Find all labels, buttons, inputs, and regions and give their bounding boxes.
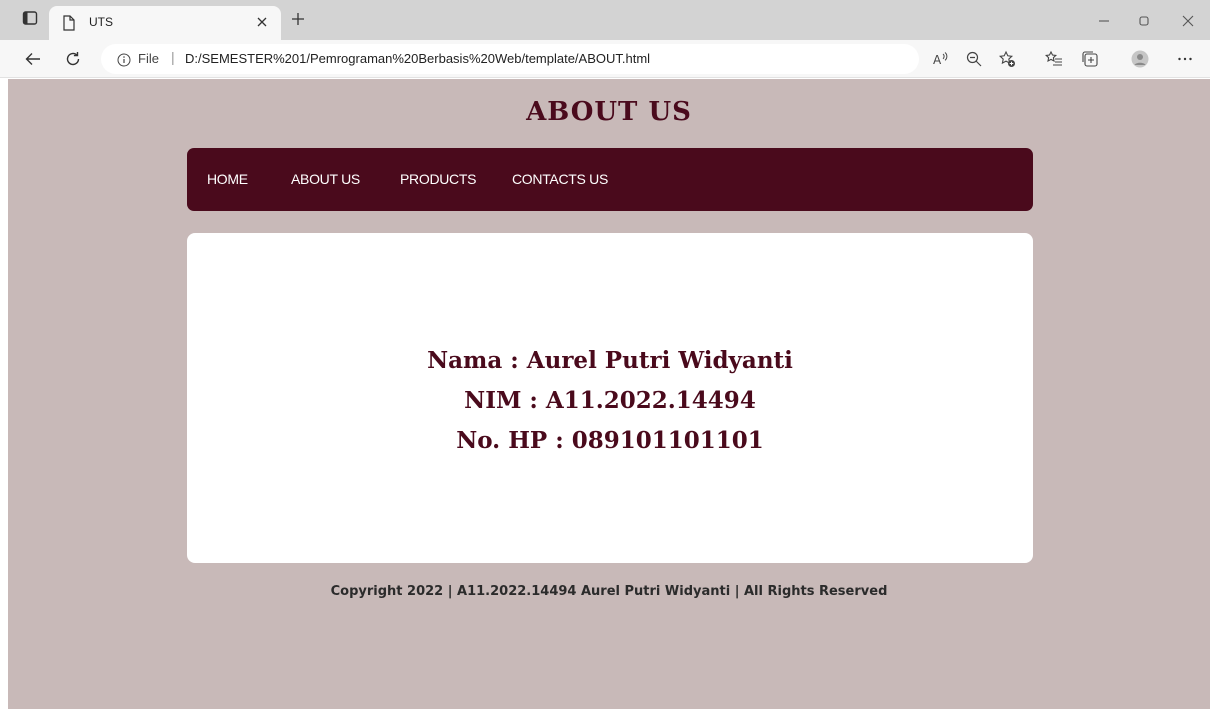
address-url[interactable]: D:/SEMESTER%201/Pemrograman%20Berbasis%2… xyxy=(185,51,650,66)
collections-icon[interactable] xyxy=(1081,50,1099,68)
more-icon[interactable] xyxy=(1176,50,1194,68)
svg-text:A: A xyxy=(933,53,942,67)
restore-icon[interactable] xyxy=(1137,13,1151,27)
main-navbar: HOME ABOUT US PRODUCTS CONTACTS US xyxy=(187,148,1033,211)
address-separator: | xyxy=(171,49,175,65)
phone-text: No. HP : 089101101101 xyxy=(456,427,764,454)
close-window-icon[interactable] xyxy=(1181,13,1195,27)
nim-text: NIM : A11.2022.14494 xyxy=(464,387,756,414)
footer-copyright: Copyright 2022 | A11.2022.14494 Aurel Pu… xyxy=(330,584,888,599)
name-text: Nama : Aurel Putri Widyanti xyxy=(427,347,793,374)
about-info: Nama : Aurel Putri Widyanti NIM : A11.20… xyxy=(187,341,1033,461)
star-add-icon[interactable] xyxy=(998,50,1016,68)
zoom-out-icon[interactable] xyxy=(965,50,983,68)
nav-contacts-us[interactable]: CONTACTS US xyxy=(512,171,608,187)
tab-actions-icon[interactable] xyxy=(22,10,38,26)
profile-icon[interactable] xyxy=(1131,50,1149,68)
browser-tab[interactable]: UTS xyxy=(49,6,281,40)
nav-products[interactable]: PRODUCTS xyxy=(400,171,476,187)
browser-toolbar: File | D:/SEMESTER%201/Pemrograman%20Ber… xyxy=(0,40,1210,78)
refresh-icon[interactable] xyxy=(64,50,82,68)
nav-about-us[interactable]: ABOUT US xyxy=(291,171,360,187)
favorites-icon[interactable] xyxy=(1044,50,1063,68)
address-scheme-label: File xyxy=(138,51,159,66)
about-panel: Nama : Aurel Putri Widyanti NIM : A11.20… xyxy=(187,233,1033,563)
address-bar[interactable]: File | D:/SEMESTER%201/Pemrograman%20Ber… xyxy=(101,44,919,74)
read-aloud-icon[interactable]: A xyxy=(932,50,950,68)
back-arrow-icon[interactable] xyxy=(24,50,42,68)
page-viewport: ABOUT US HOME ABOUT US PRODUCTS CONTACTS… xyxy=(8,79,1210,709)
browser-tab-bar: UTS xyxy=(0,0,1210,40)
info-icon[interactable] xyxy=(117,52,131,67)
page-icon xyxy=(62,15,76,31)
minimize-icon[interactable] xyxy=(1097,13,1111,27)
close-tab-icon[interactable] xyxy=(254,14,270,30)
new-tab-icon[interactable] xyxy=(290,11,306,27)
nav-home[interactable]: HOME xyxy=(207,171,248,187)
page-title: ABOUT US xyxy=(526,97,692,127)
tab-title: UTS xyxy=(89,15,113,29)
